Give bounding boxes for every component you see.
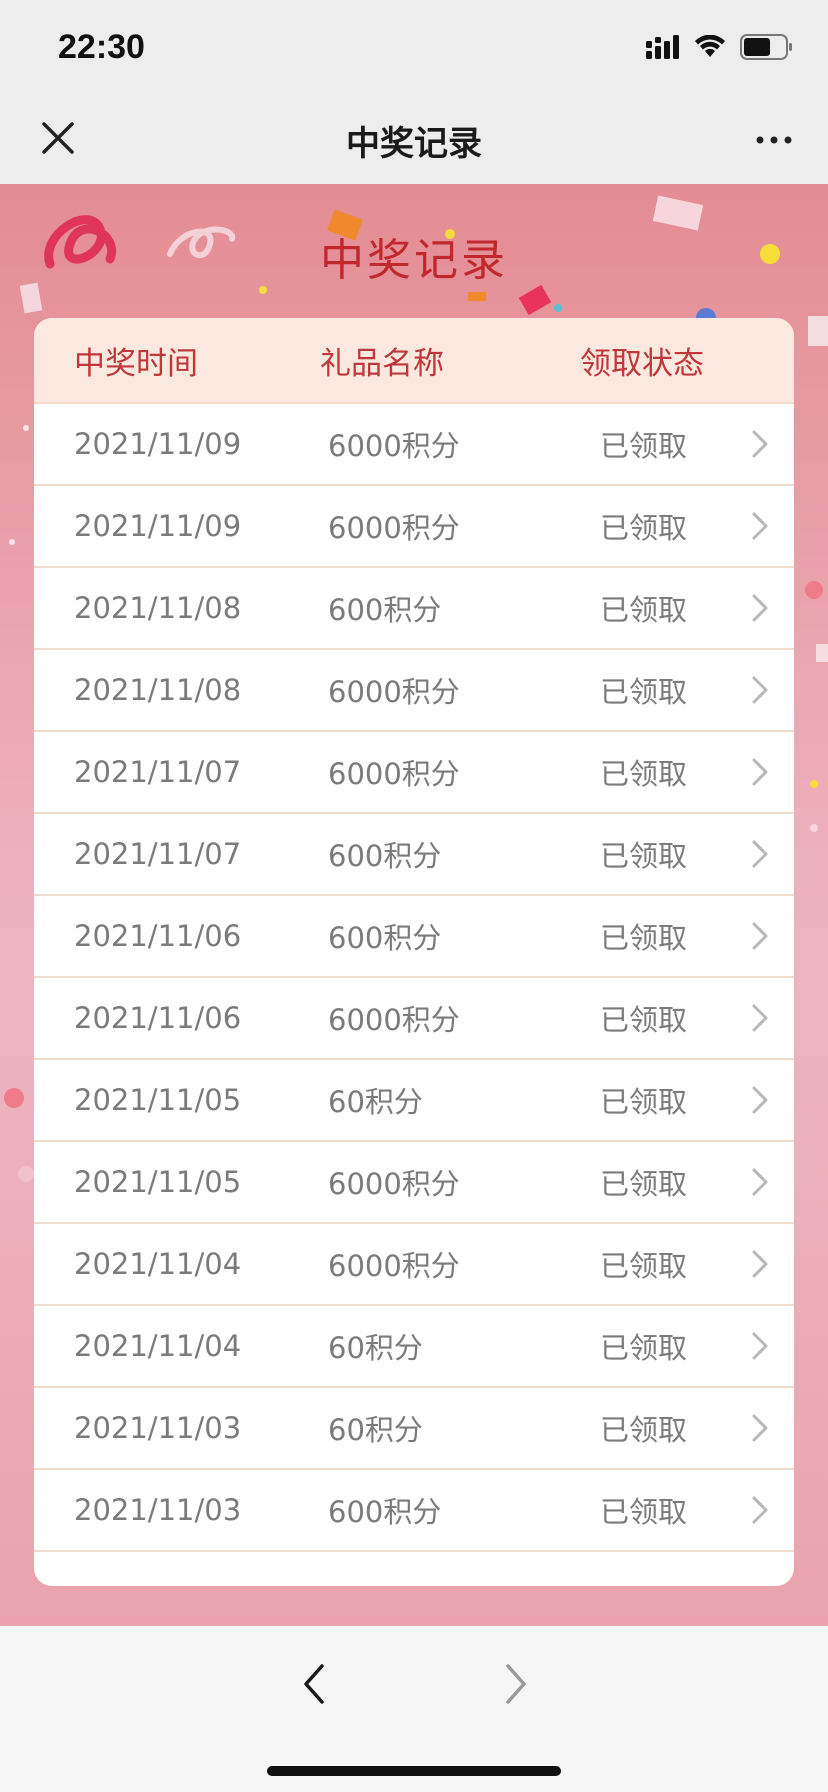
row-gift: 60积分	[328, 1413, 423, 1447]
chevron-left-icon[interactable]	[294, 1656, 334, 1712]
row-gift: 600积分	[328, 839, 442, 873]
page-heading: 中奖记录	[320, 235, 508, 286]
row-date: 2021/11/07	[74, 755, 242, 789]
row-date: 2021/11/08	[74, 673, 242, 707]
records-card: 中奖时间 礼品名称 领取状态 2021/11/09 6000积分 已领取 2021/1…	[34, 318, 794, 1586]
row-gift: 600积分	[328, 921, 442, 955]
home-indicator	[267, 1766, 561, 1776]
records-list: 2021/11/09 6000积分 已领取 2021/11/09 6000积分 已领取 20…	[34, 404, 794, 1552]
chevron-right-icon[interactable]	[748, 755, 794, 789]
row-gift: 60积分	[328, 1085, 423, 1119]
row-gift: 6000积分	[328, 757, 460, 791]
table-header: 中奖时间 礼品名称 领取状态	[34, 318, 794, 404]
nav-bar: 中奖记录	[0, 96, 828, 184]
header-status: 领取状态	[580, 345, 704, 382]
content-area: 中奖记录 中奖时间 礼品名称 领取状态 2021/11/09 6000积分 已领取 2…	[0, 184, 828, 1626]
table-row[interactable]: 2021/11/04 6000积分 已领取	[34, 1224, 794, 1306]
row-status: 已领取	[600, 1085, 688, 1119]
row-date: 2021/11/03	[74, 1493, 242, 1527]
row-date: 2021/11/03	[74, 1411, 242, 1445]
header-date: 中奖时间	[74, 345, 198, 382]
row-date: 2021/11/08	[74, 591, 242, 625]
chevron-right-icon[interactable]	[748, 919, 794, 953]
row-status: 已领取	[600, 1249, 688, 1283]
table-row[interactable]: 2021/11/03 60积分 已领取	[34, 1388, 794, 1470]
table-row[interactable]: 2021/11/09 6000积分 已领取	[34, 404, 794, 486]
row-status: 已领取	[600, 1167, 688, 1201]
status-bar: 22:30	[0, 0, 828, 96]
table-row[interactable]: 2021/11/04 60积分 已领取	[34, 1306, 794, 1388]
table-row[interactable]: 2021/11/05 6000积分 已领取	[34, 1142, 794, 1224]
row-gift: 6000积分	[328, 511, 460, 545]
chevron-right-icon[interactable]	[748, 1493, 794, 1527]
chevron-right-icon[interactable]	[748, 509, 794, 543]
row-date: 2021/11/05	[74, 1083, 242, 1117]
chevron-right-icon[interactable]	[748, 1001, 794, 1035]
row-date: 2021/11/04	[74, 1247, 242, 1281]
chevron-right-icon[interactable]	[496, 1656, 536, 1712]
table-row[interactable]: 2021/11/03 600积分 已领取	[34, 1470, 794, 1552]
more-icon[interactable]	[754, 122, 794, 158]
chevron-right-icon[interactable]	[748, 1411, 794, 1445]
row-status: 已领取	[600, 757, 688, 791]
screen: 22:30 中奖记录 中奖记录 中奖时间 礼品名称 领取状态 2021/11/0…	[0, 0, 828, 1792]
row-date: 2021/11/09	[74, 427, 242, 461]
row-gift: 600积分	[328, 1495, 442, 1529]
row-status: 已领取	[600, 1331, 688, 1365]
row-status: 已领取	[600, 593, 688, 627]
table-row[interactable]: 2021/11/07 600积分 已领取	[34, 814, 794, 896]
chevron-right-icon[interactable]	[748, 1165, 794, 1199]
table-row[interactable]: 2021/11/08 600积分 已领取	[34, 568, 794, 650]
row-date: 2021/11/07	[74, 837, 242, 871]
battery-icon	[740, 34, 794, 64]
row-date: 2021/11/04	[74, 1329, 242, 1363]
table-row[interactable]: 2021/11/08 6000积分 已领取	[34, 650, 794, 732]
row-gift: 600积分	[328, 593, 442, 627]
bottom-toolbar	[0, 1626, 828, 1792]
table-row[interactable]: 2021/11/06 600积分 已领取	[34, 896, 794, 978]
header-gift: 礼品名称	[320, 345, 444, 382]
chevron-right-icon[interactable]	[748, 427, 794, 461]
row-date: 2021/11/05	[74, 1165, 242, 1199]
chevron-right-icon[interactable]	[748, 1329, 794, 1363]
row-date: 2021/11/09	[74, 509, 242, 543]
row-gift: 6000积分	[328, 1003, 460, 1037]
row-status: 已领取	[600, 1495, 688, 1529]
row-status: 已领取	[600, 1003, 688, 1037]
chevron-right-icon[interactable]	[748, 1247, 794, 1281]
signal-icon	[646, 35, 680, 63]
table-row[interactable]: 2021/11/07 6000积分 已领取	[34, 732, 794, 814]
table-row[interactable]: 2021/11/05 60积分 已领取	[34, 1060, 794, 1142]
chevron-right-icon[interactable]	[748, 673, 794, 707]
wifi-icon	[694, 34, 726, 63]
row-gift: 6000积分	[328, 429, 460, 463]
row-gift: 6000积分	[328, 1167, 460, 1201]
row-date: 2021/11/06	[74, 919, 242, 953]
row-status: 已领取	[600, 839, 688, 873]
row-status: 已领取	[600, 511, 688, 545]
row-gift: 60积分	[328, 1331, 423, 1365]
row-status: 已领取	[600, 675, 688, 709]
chevron-right-icon[interactable]	[748, 837, 794, 871]
row-status: 已领取	[600, 429, 688, 463]
chevron-right-icon[interactable]	[748, 591, 794, 625]
row-gift: 6000积分	[328, 675, 460, 709]
row-gift: 6000积分	[328, 1249, 460, 1283]
status-icons	[646, 34, 794, 64]
nav-title: 中奖记录	[346, 124, 482, 164]
row-status: 已领取	[600, 1413, 688, 1447]
row-date: 2021/11/06	[74, 1001, 242, 1035]
table-row[interactable]: 2021/11/06 6000积分 已领取	[34, 978, 794, 1060]
table-row[interactable]: 2021/11/09 6000积分 已领取	[34, 486, 794, 568]
chevron-right-icon[interactable]	[748, 1083, 794, 1117]
status-time: 22:30	[58, 28, 145, 66]
row-status: 已领取	[600, 921, 688, 955]
